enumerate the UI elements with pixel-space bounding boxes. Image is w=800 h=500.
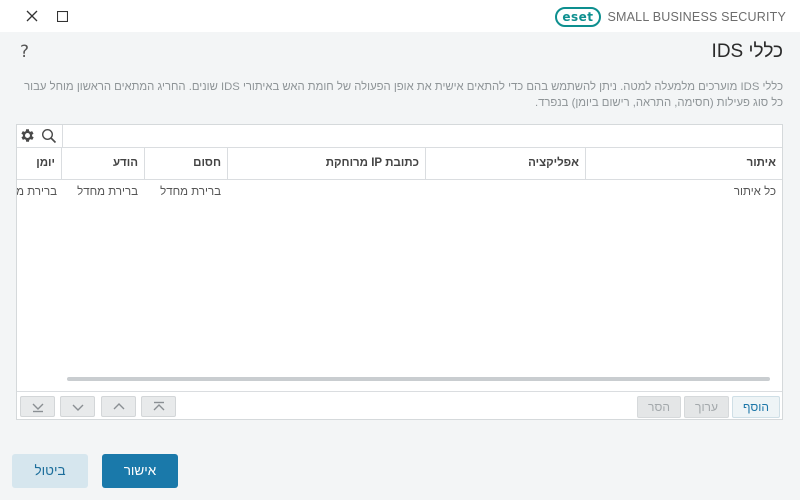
help-icon[interactable]: ? — [20, 42, 29, 62]
edit-button[interactable]: ערוך — [684, 396, 729, 418]
maximize-icon[interactable] — [52, 6, 72, 26]
cell-detection: כל איתור — [733, 186, 776, 198]
add-button[interactable]: הוסף — [732, 396, 780, 418]
list-controls: הוסף ערוך הסר — [17, 391, 782, 420]
title-bar: eset SMALL BUSINESS SECURITY — [0, 0, 800, 32]
close-icon[interactable] — [22, 6, 42, 26]
cancel-button[interactable]: ביטול — [12, 454, 88, 488]
column-notify[interactable]: הודע — [61, 147, 144, 179]
move-top-icon[interactable] — [141, 396, 176, 417]
table-header: איתור אפליקציה כתובת IP מרוחקת חסום הודע… — [17, 147, 782, 180]
description-text: כללי IDS מוערכים מלמעלה למטה. ניתן להשתמ… — [24, 81, 783, 109]
column-remote-ip[interactable]: כתובת IP מרוחקת — [227, 147, 425, 179]
filter-input[interactable] — [63, 125, 781, 146]
search-icon[interactable] — [40, 127, 58, 145]
horizontal-scrollbar[interactable] — [67, 377, 770, 381]
move-bottom-icon[interactable] — [20, 396, 55, 417]
eset-logo: eset — [555, 7, 601, 27]
brand-name: SMALL BUSINESS SECURITY — [607, 10, 786, 24]
move-down-icon[interactable] — [60, 396, 95, 417]
gear-icon[interactable] — [19, 127, 36, 144]
remove-button[interactable]: הסר — [637, 396, 681, 418]
cell-log: ברירת מחדל — [17, 186, 57, 198]
ok-button[interactable]: אישור — [102, 454, 178, 488]
table-row[interactable]: כל איתור ברירת מחדל ברירת מחדל ברירת מחד… — [17, 180, 782, 204]
cell-application — [425, 180, 585, 204]
dialog-body: ? כללי IDS כללי IDS מוערכים מלמעלה למטה.… — [0, 32, 800, 500]
page-title: כללי IDS — [711, 41, 783, 62]
move-up-icon[interactable] — [101, 396, 136, 417]
column-detection[interactable]: איתור — [585, 147, 782, 179]
column-application[interactable]: אפליקציה — [425, 147, 585, 179]
rules-panel: איתור אפליקציה כתובת IP מרוחקת חסום הודע… — [16, 124, 783, 420]
cell-notify: ברירת מחדל — [77, 186, 138, 198]
cell-block: ברירת מחדל — [160, 186, 221, 198]
cell-remote-ip — [227, 180, 425, 204]
column-block[interactable]: חסום — [144, 147, 227, 179]
brand: eset SMALL BUSINESS SECURITY — [555, 7, 786, 27]
table-toolbar — [17, 125, 782, 148]
column-log[interactable]: יומן — [17, 147, 61, 179]
